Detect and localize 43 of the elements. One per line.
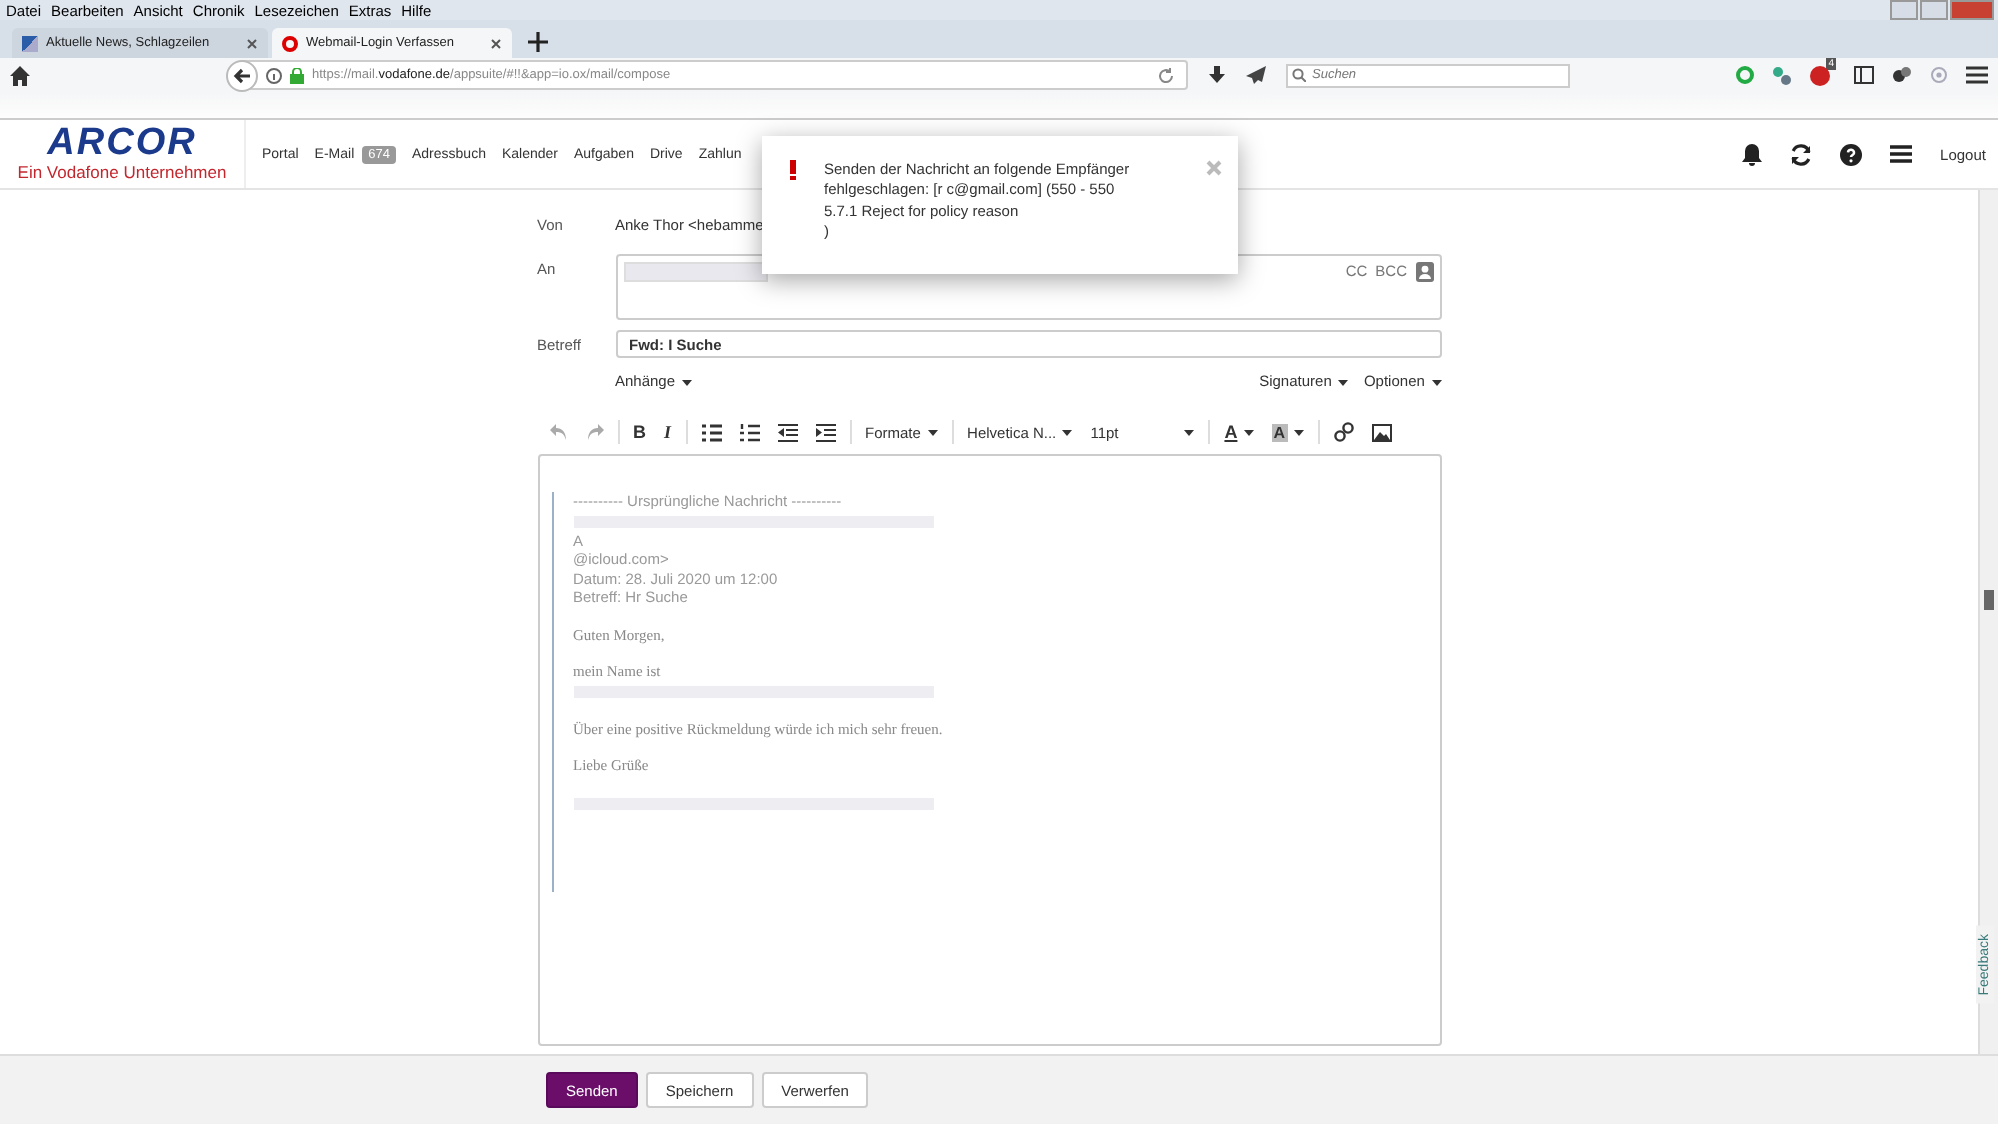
close-icon[interactable] bbox=[246, 37, 258, 49]
refresh-icon[interactable] bbox=[1790, 143, 1813, 165]
shapes-icon[interactable] bbox=[1892, 66, 1912, 84]
caret-icon bbox=[1062, 430, 1073, 437]
caret-icon bbox=[681, 379, 692, 386]
numbered-list-icon[interactable] bbox=[739, 423, 760, 441]
image-icon[interactable] bbox=[1371, 423, 1391, 441]
caret-icon bbox=[1184, 429, 1195, 435]
caret-icon[interactable] bbox=[1293, 429, 1303, 435]
caret-icon bbox=[1431, 379, 1441, 386]
circle-icon[interactable] bbox=[1736, 66, 1755, 84]
download-icon[interactable] bbox=[1208, 66, 1226, 84]
bullet-list-icon[interactable] bbox=[701, 423, 722, 441]
scrollbar[interactable] bbox=[1978, 190, 1998, 1054]
contact-icon[interactable] bbox=[1415, 262, 1433, 282]
paper-plane-icon[interactable] bbox=[1246, 66, 1266, 84]
text-color-button[interactable]: A bbox=[1224, 422, 1238, 442]
close-icon[interactable] bbox=[490, 37, 502, 49]
italic-button[interactable]: I bbox=[664, 422, 672, 442]
caret-icon bbox=[927, 430, 938, 437]
info-icon[interactable] bbox=[266, 67, 282, 83]
link-icon[interactable] bbox=[1333, 422, 1353, 442]
bell-icon[interactable] bbox=[1742, 143, 1763, 165]
logo[interactable]: ARCOR bbox=[47, 126, 197, 162]
lock-icon bbox=[290, 67, 304, 83]
menu-icon[interactable] bbox=[1890, 144, 1913, 164]
bold-button[interactable]: B bbox=[633, 422, 646, 442]
outdent-icon[interactable] bbox=[777, 423, 798, 441]
home-icon[interactable] bbox=[10, 65, 30, 85]
indent-icon[interactable] bbox=[815, 423, 836, 441]
plus-icon[interactable] bbox=[528, 32, 548, 52]
logo-tagline: Ein Vodafone Unternehmen bbox=[17, 162, 227, 182]
sidebar-icon[interactable] bbox=[1854, 66, 1874, 84]
window-controls-icon[interactable] bbox=[1890, 0, 1994, 20]
reload-icon[interactable] bbox=[1158, 67, 1174, 83]
help-icon[interactable] bbox=[1840, 143, 1863, 165]
addon-icon[interactable] bbox=[1810, 65, 1831, 85]
search-icon bbox=[1292, 68, 1306, 82]
menu-icon[interactable] bbox=[1966, 66, 1988, 84]
exclamation-icon bbox=[790, 160, 796, 180]
caret-icon bbox=[1337, 379, 1348, 386]
highlight-color-button[interactable]: A bbox=[1271, 423, 1287, 441]
caret-icon[interactable] bbox=[1243, 429, 1254, 435]
